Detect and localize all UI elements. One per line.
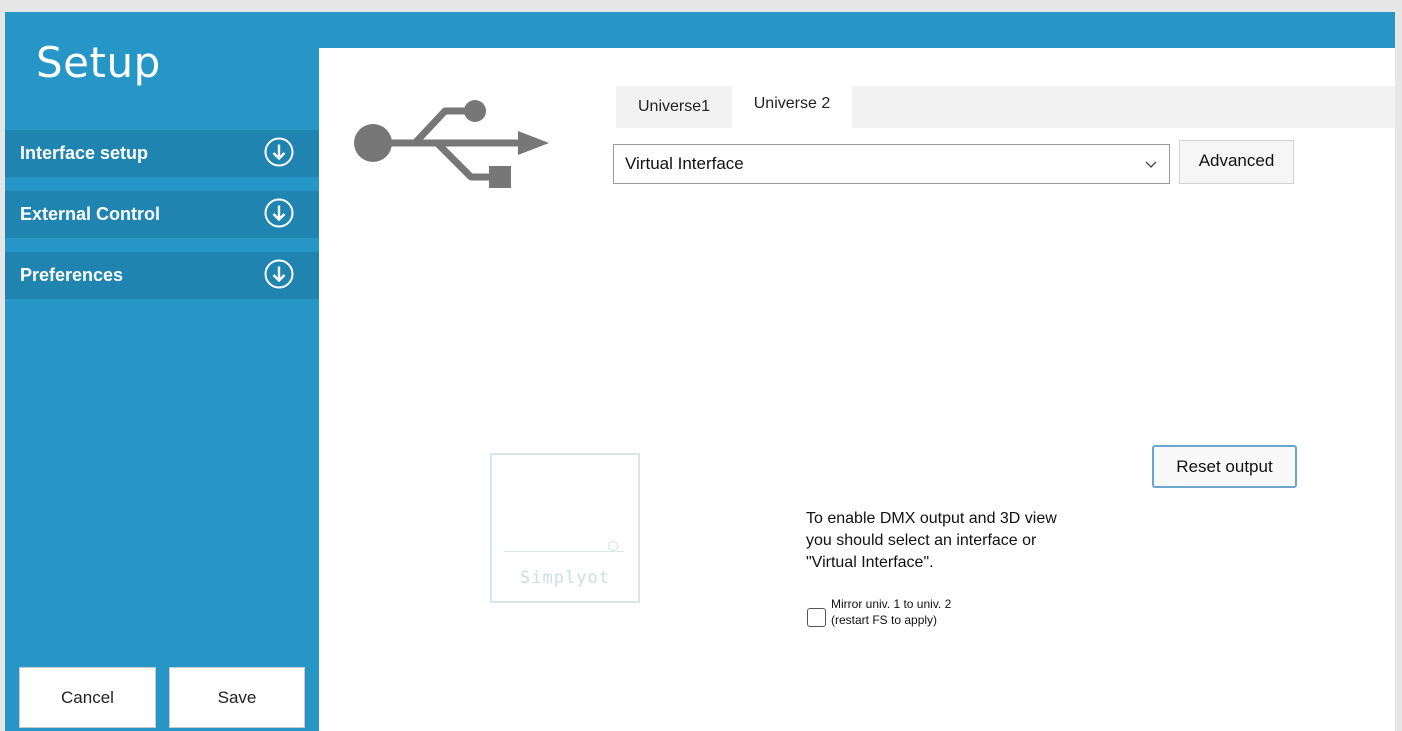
info-text: To enable DMX output and 3D view you sho… — [806, 510, 1057, 571]
interface-select[interactable]: Virtual Interface — [613, 144, 1170, 184]
setup-window: Setup Interface setup External Control P… — [5, 12, 1395, 731]
universe-tabs: Universe1 Universe 2 — [616, 86, 1395, 128]
watermark-logo: Simplyot — [490, 453, 640, 603]
watermark-dot — [608, 541, 618, 551]
usb-icon — [354, 100, 549, 188]
arrow-down-circle-icon — [264, 198, 294, 228]
arrow-down-circle-icon — [264, 259, 294, 289]
advanced-button[interactable]: Advanced — [1179, 140, 1294, 184]
cancel-button[interactable]: Cancel — [19, 667, 156, 728]
sidebar-item-preferences[interactable]: Preferences — [5, 252, 319, 299]
watermark-line — [504, 551, 624, 552]
arrow-down-circle-icon — [264, 137, 294, 167]
watermark-text: Simplyot — [520, 568, 610, 588]
top-bar — [319, 12, 1395, 48]
tab-universe-2[interactable]: Universe 2 — [732, 86, 852, 128]
mirror-universe-label: Mirror univ. 1 to univ. 2 (restart FS to… — [831, 597, 952, 627]
reset-output-button[interactable]: Reset output — [1152, 445, 1297, 488]
sidebar-item-label: Preferences — [20, 265, 124, 285]
tab-universe1[interactable]: Universe1 — [616, 86, 732, 128]
sidebar: Setup Interface setup External Control P… — [5, 12, 319, 731]
sidebar-item-label: Interface setup — [20, 143, 149, 163]
page-title: Setup — [36, 38, 161, 87]
sidebar-item-external-control[interactable]: External Control — [5, 191, 319, 238]
sidebar-item-label: External Control — [20, 204, 161, 224]
interface-select-value: Virtual Interface — [625, 154, 744, 173]
mirror-universe-checkbox[interactable] — [807, 608, 826, 627]
sidebar-item-interface-setup[interactable]: Interface setup — [5, 130, 319, 177]
save-button[interactable]: Save — [169, 667, 305, 728]
chevron-down-icon — [1145, 161, 1157, 168]
